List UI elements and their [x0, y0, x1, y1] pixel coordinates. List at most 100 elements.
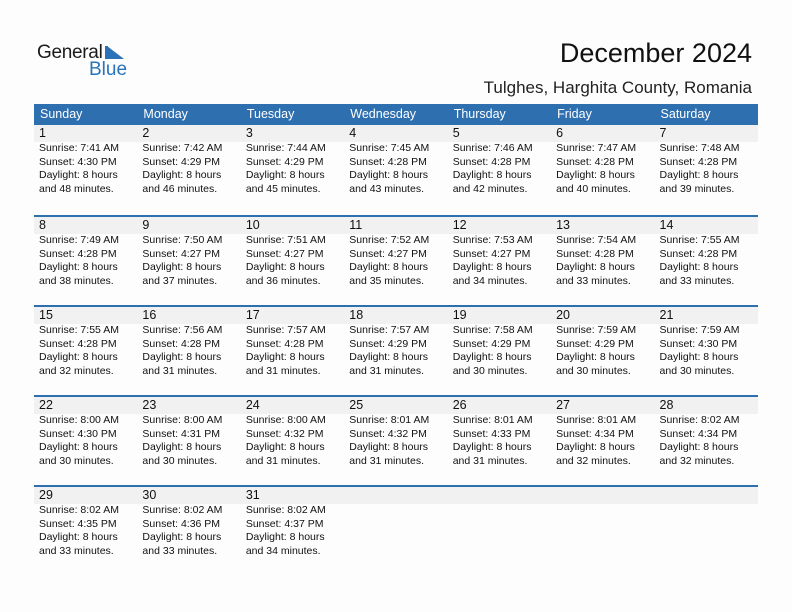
day-number: 7 [659, 126, 667, 140]
day-number: 21 [659, 308, 674, 322]
day-number: 30 [142, 488, 157, 502]
week-row: 1 Sunrise: 7:41 AM Sunset: 4:30 PM Daylight… [34, 125, 758, 215]
sunrise-text: Sunrise: 8:00 AM [39, 414, 119, 426]
weekday-header-sunday: Sunday [40, 107, 83, 121]
day-number: 27 [556, 398, 571, 412]
sunset-text: Sunset: 4:29 PM [245, 155, 324, 168]
sunset-text: Sunset: 4:28 PM [245, 337, 324, 350]
sunset-text: Sunset: 4:28 PM [142, 337, 221, 350]
sunrise-text: Sunrise: 8:01 AM [556, 414, 637, 426]
day-number: 19 [452, 308, 467, 322]
week-row: 22 Sunrise: 8:00 AM Sunset: 4:30 PM Dayligh… [34, 395, 758, 485]
daylight-text: Daylight: 8 hours [659, 169, 739, 181]
sunset-text: Sunset: 4:27 PM [245, 247, 324, 260]
sunrise-text: Sunrise: 7:53 AM [452, 234, 533, 246]
daylight-text: Daylight: 8 hours [659, 351, 739, 363]
sunset-text: Sunset: 4:34 PM [556, 427, 634, 440]
day-cell: 11 Sunrise: 7:52 AM Sunset: 4:27 PM Dayligh… [344, 217, 447, 288]
daylight-text: Daylight: 8 hours [245, 441, 325, 453]
sunrise-text: Sunrise: 7:51 AM [245, 234, 326, 246]
daylight-text: Daylight: 8 hours [245, 169, 325, 181]
daylight-text: Daylight: 8 hours [659, 261, 739, 273]
sunset-text: Sunset: 4:29 PM [556, 337, 634, 350]
sunrise-text: Sunrise: 7:52 AM [349, 234, 430, 246]
daylight-text: Daylight: 8 hours [39, 169, 118, 181]
day-number: 28 [659, 398, 674, 412]
daylight-minutes-text: and 39 minutes. [659, 182, 735, 195]
day-cell: 10 Sunrise: 7:51 AM Sunset: 4:27 PM Dayligh… [241, 217, 344, 288]
day-cell: 27 Sunrise: 8:01 AM Sunset: 4:34 PM Dayligh… [551, 397, 654, 468]
daylight-text: Daylight: 8 hours [142, 261, 222, 273]
day-number: 3 [245, 126, 253, 140]
day-number: 22 [39, 398, 53, 412]
sunset-text: Sunset: 4:28 PM [556, 247, 634, 260]
day-cell: 26 Sunrise: 8:01 AM Sunset: 4:33 PM Dayligh… [448, 397, 551, 468]
daylight-minutes-text: and 32 minutes. [39, 364, 114, 377]
sunrise-text: Sunrise: 7:55 AM [39, 324, 119, 336]
sunrise-text: Sunrise: 8:01 AM [452, 414, 533, 426]
weekday-header-tuesday: Tuesday [246, 107, 295, 121]
daylight-minutes-text: and 30 minutes. [39, 454, 114, 467]
day-cell: 12 Sunrise: 7:53 AM Sunset: 4:27 PM Dayligh… [448, 217, 551, 288]
day-cell: 24 Sunrise: 8:00 AM Sunset: 4:32 PM Dayligh… [241, 397, 344, 468]
day-cell: 15 Sunrise: 7:55 AM Sunset: 4:28 PM Dayligh… [34, 307, 137, 378]
week-row: 29 Sunrise: 8:02 AM Sunset: 4:35 PM Dayligh… [34, 485, 758, 575]
sunset-text: Sunset: 4:32 PM [245, 427, 324, 440]
day-cell: 7 Sunrise: 7:48 AM Sunset: 4:28 PM Daylight… [655, 125, 758, 196]
sunrise-text: Sunrise: 7:57 AM [245, 324, 326, 336]
sunset-text: Sunset: 4:35 PM [39, 517, 117, 530]
logo: General Blue [37, 42, 137, 82]
sunset-text: Sunset: 4:28 PM [556, 155, 634, 168]
sunrise-text: Sunrise: 7:46 AM [452, 142, 533, 154]
day-cell: 25 Sunrise: 8:01 AM Sunset: 4:32 PM Dayligh… [344, 397, 447, 468]
sunrise-text: Sunrise: 7:49 AM [39, 234, 119, 246]
daylight-minutes-text: and 31 minutes. [452, 454, 528, 467]
sunset-text: Sunset: 4:28 PM [452, 155, 531, 168]
daylight-text: Daylight: 8 hours [142, 169, 222, 181]
sunrise-text: Sunrise: 7:58 AM [452, 324, 533, 336]
daylight-minutes-text: and 30 minutes. [452, 364, 528, 377]
sunrise-text: Sunrise: 8:02 AM [142, 504, 223, 516]
daylight-minutes-text: and 32 minutes. [556, 454, 631, 467]
sunset-text: Sunset: 4:27 PM [349, 247, 427, 260]
sunset-text: Sunset: 4:28 PM [39, 337, 117, 350]
sunset-text: Sunset: 4:32 PM [349, 427, 427, 440]
daylight-minutes-text: and 30 minutes. [556, 364, 631, 377]
day-number: 4 [349, 126, 357, 140]
day-number: 18 [349, 308, 364, 322]
daylight-text: Daylight: 8 hours [349, 169, 429, 181]
sunset-text: Sunset: 4:37 PM [245, 517, 324, 530]
sunrise-text: Sunrise: 7:41 AM [39, 142, 119, 154]
sunrise-text: Sunrise: 8:00 AM [142, 414, 223, 426]
day-cell: 3 Sunrise: 7:44 AM Sunset: 4:29 PM Daylight… [241, 125, 344, 196]
sunset-text: Sunset: 4:29 PM [452, 337, 531, 350]
day-cell: 17 Sunrise: 7:57 AM Sunset: 4:28 PM Dayligh… [241, 307, 344, 378]
day-cell: 29 Sunrise: 8:02 AM Sunset: 4:35 PM Dayligh… [34, 487, 137, 558]
daylight-text: Daylight: 8 hours [245, 261, 325, 273]
sunset-text: Sunset: 4:30 PM [39, 155, 117, 168]
daylight-text: Daylight: 8 hours [142, 441, 222, 453]
daylight-minutes-text: and 33 minutes. [659, 274, 735, 287]
daylight-text: Daylight: 8 hours [556, 351, 635, 363]
sunset-text: Sunset: 4:36 PM [142, 517, 221, 530]
daylight-minutes-text: and 48 minutes. [39, 182, 114, 195]
day-number: 10 [245, 218, 260, 232]
day-cell: 30 Sunrise: 8:02 AM Sunset: 4:36 PM Dayligh… [137, 487, 240, 558]
weekday-header-row: Sunday Monday Tuesday Wednesday Thursday Frid… [34, 104, 758, 125]
daylight-text: Daylight: 8 hours [39, 441, 118, 453]
sunrise-text: Sunrise: 7:47 AM [556, 142, 637, 154]
day-number: 24 [245, 398, 260, 412]
sunset-text: Sunset: 4:34 PM [659, 427, 738, 440]
sunrise-text: Sunrise: 7:48 AM [659, 142, 740, 154]
day-number: 2 [142, 126, 150, 140]
sunrise-text: Sunrise: 7:59 AM [556, 324, 637, 336]
daylight-minutes-text: and 32 minutes. [659, 454, 735, 467]
daylight-minutes-text: and 34 minutes. [245, 544, 321, 557]
sunrise-text: Sunrise: 7:55 AM [659, 234, 740, 246]
day-cell: 9 Sunrise: 7:50 AM Sunset: 4:27 PM Daylight… [137, 217, 240, 288]
day-cell: 19 Sunrise: 7:58 AM Sunset: 4:29 PM Dayligh… [448, 307, 551, 378]
daylight-text: Daylight: 8 hours [556, 169, 635, 181]
daylight-minutes-text: and 36 minutes. [245, 274, 321, 287]
sunrise-text: Sunrise: 8:02 AM [659, 414, 740, 426]
day-number: 25 [349, 398, 364, 412]
